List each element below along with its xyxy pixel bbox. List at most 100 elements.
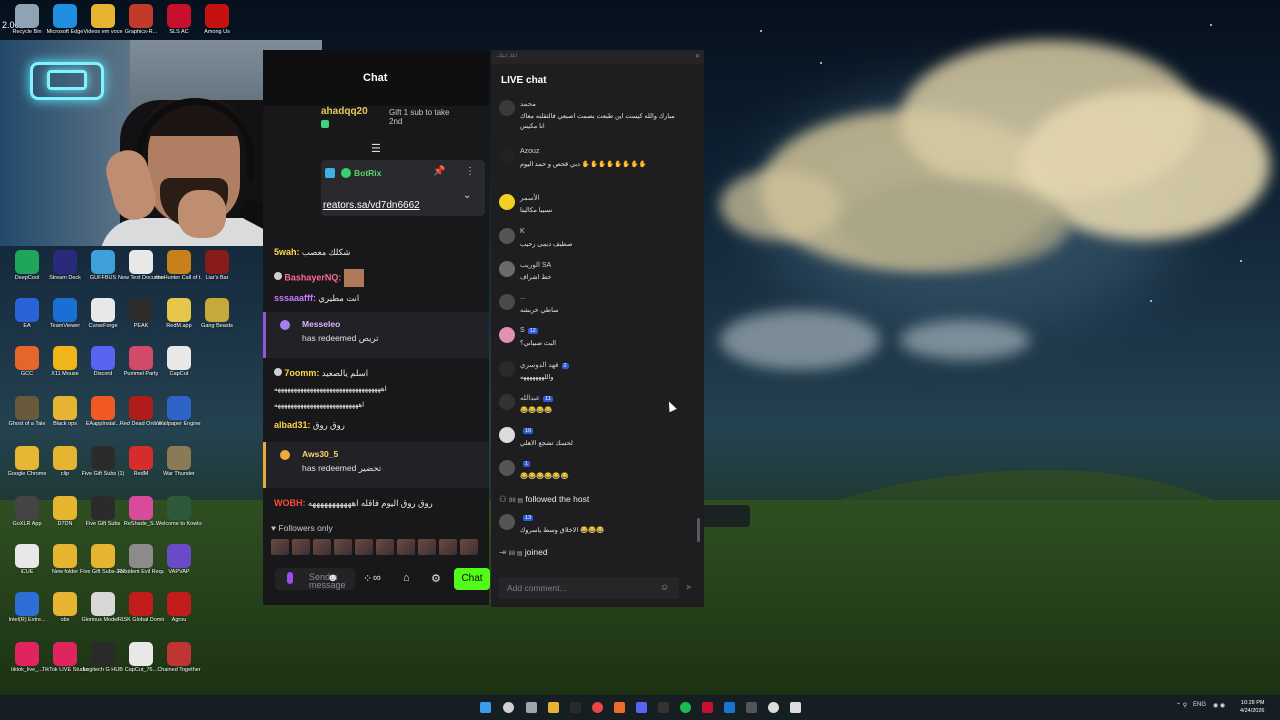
gift-sub-banner[interactable]: ahadqq20 Gift 1 sub to take 2nd — [321, 106, 487, 138]
clock[interactable]: 10:28 PM 4/24/2026 — [1240, 699, 1264, 715]
gift-sub-text: Gift 1 sub to take 2nd — [389, 108, 450, 126]
steam-icon[interactable] — [724, 702, 735, 713]
app-icon — [15, 4, 39, 28]
emote-picker-icon[interactable]: ☻ — [327, 572, 339, 584]
pinned-message[interactable]: BotRix 📌 ⋮ ⌄ reators.sa/vd7dn6662 — [321, 160, 485, 216]
mic-icon[interactable] — [287, 572, 293, 584]
desktop-shortcut[interactable]: Agrou — [156, 592, 202, 624]
app-icon — [53, 396, 77, 420]
shortcut-label: Agrou — [171, 617, 187, 623]
app-icon — [167, 446, 191, 470]
chat-message: 7oomm: اسلم يالصعيد — [274, 368, 486, 379]
sub-badge: 13 — [523, 515, 534, 521]
obs-icon[interactable] — [658, 702, 669, 713]
app-icon — [15, 592, 39, 616]
follow-event: ⚇ 88 ▤ followed the host — [499, 494, 590, 504]
desktop-shortcut[interactable]: Chained Together — [156, 642, 202, 674]
app-icon — [129, 298, 153, 322]
app2-icon[interactable] — [746, 702, 757, 713]
close-icon[interactable]: ✕ — [695, 53, 700, 60]
app-icon — [129, 642, 153, 666]
store-icon[interactable]: ⌂ — [403, 572, 410, 584]
app-icon — [53, 446, 77, 470]
emote-icon — [343, 269, 364, 287]
chat-message: اهههههههههههههههههههههههههههههههههه — [274, 386, 387, 393]
desktop-shortcut[interactable]: War Thunder — [156, 446, 202, 478]
bot-icon — [325, 168, 335, 178]
app-icon — [91, 250, 115, 274]
shortcut-label: Among Us — [204, 29, 230, 35]
app-icon — [167, 346, 191, 370]
sls-icon[interactable] — [702, 702, 713, 713]
app-icon — [91, 446, 115, 470]
chat-message: BashayerNQ: — [274, 269, 486, 287]
join-event: ⇥ 88 ▤ joined — [499, 547, 548, 557]
file-explorer-icon[interactable] — [548, 702, 559, 713]
volume-icon[interactable]: ◉ ◉ — [1213, 702, 1225, 709]
emoji-icon[interactable]: ☺ — [660, 582, 669, 592]
app-icon — [91, 496, 115, 520]
desktop-shortcut[interactable]: Wallpaper Engine — [156, 396, 202, 428]
app-icon — [15, 544, 39, 568]
chrome-icon[interactable] — [592, 702, 603, 713]
app-icon — [15, 396, 39, 420]
join-icon: ⇥ — [499, 547, 507, 557]
desktop-shortcut[interactable]: Liar's Bar — [194, 250, 240, 282]
spotify-icon[interactable] — [680, 702, 691, 713]
settings-gear-icon[interactable]: ⚙ — [431, 572, 441, 585]
app-icon — [167, 642, 191, 666]
shortcut-label: Liar's Bar — [205, 275, 229, 281]
app-icon — [205, 4, 229, 28]
app4-icon[interactable] — [790, 702, 801, 713]
app-icon — [53, 592, 77, 616]
shortcut-label: War Thunder — [163, 471, 195, 477]
discord-icon[interactable] — [636, 702, 647, 713]
follower-avatars — [271, 539, 485, 555]
chat-panel: Chat ahadqq20 Gift 1 sub to take 2nd ☰ B… — [263, 50, 490, 605]
app-icon — [167, 592, 191, 616]
emotes-icon[interactable]: ⁘ — [363, 572, 372, 585]
app-icon[interactable] — [570, 702, 581, 713]
desktop-shortcut[interactable]: VAPVAP — [156, 544, 202, 576]
live-chat-window-header: ايلك ابيلك — [491, 50, 704, 64]
app-icon — [53, 642, 77, 666]
desktop-shortcut[interactable]: Gang Beasts — [194, 298, 240, 330]
desktop-shortcut[interactable]: Among Us — [194, 4, 240, 36]
app-icon — [53, 4, 77, 28]
user-badge-icon — [274, 368, 282, 376]
app-icon — [167, 4, 191, 28]
expand-chevron-icon[interactable]: ⌄ — [463, 190, 471, 201]
sub-badge: 11 — [543, 396, 553, 402]
tray-icons[interactable]: ⌃ ⚲ — [1176, 702, 1187, 709]
chat-message: albad31: روق روق — [274, 420, 345, 430]
app-icon — [129, 346, 153, 370]
app3-icon[interactable] — [768, 702, 779, 713]
app-icon — [129, 4, 153, 28]
scrollbar[interactable] — [697, 518, 700, 542]
start-button-icon[interactable] — [480, 702, 491, 713]
send-icon[interactable]: ➤ — [685, 582, 693, 593]
follow-icon: ⚇ — [499, 494, 507, 504]
app-icon — [129, 496, 153, 520]
shortcut-label: Welcome to Kowloon — [156, 521, 202, 527]
more-options-icon[interactable]: ⋮ — [465, 166, 475, 177]
brave-icon[interactable] — [614, 702, 625, 713]
pinned-link[interactable]: reators.sa/vd7dn6662 — [323, 200, 420, 211]
infinity-icon[interactable]: ∞ — [373, 572, 381, 584]
chat-message: sssaaafff: انت مطيري — [274, 293, 360, 303]
language-indicator[interactable]: ENG — [1193, 702, 1206, 708]
gift-user: ahadqq20 — [321, 106, 368, 117]
add-comment-input[interactable]: Add comment... — [499, 577, 679, 599]
desktop-shortcut[interactable]: CapCut — [156, 346, 202, 378]
pin-icon[interactable]: 📌 — [433, 166, 445, 177]
filter-icon[interactable]: ☰ — [371, 142, 381, 155]
shortcut-label: Wallpaper Engine — [157, 421, 201, 427]
search-icon[interactable] — [503, 702, 514, 713]
copilot-icon[interactable] — [526, 702, 537, 713]
user-badge-icon — [274, 272, 282, 281]
app-icon — [91, 396, 115, 420]
chat-send-button[interactable]: Chat — [454, 568, 490, 590]
followers-only-label: ♥ Followers only — [271, 523, 333, 533]
desktop-shortcut[interactable]: Welcome to Kowloon — [156, 496, 202, 528]
app-icon — [91, 298, 115, 322]
